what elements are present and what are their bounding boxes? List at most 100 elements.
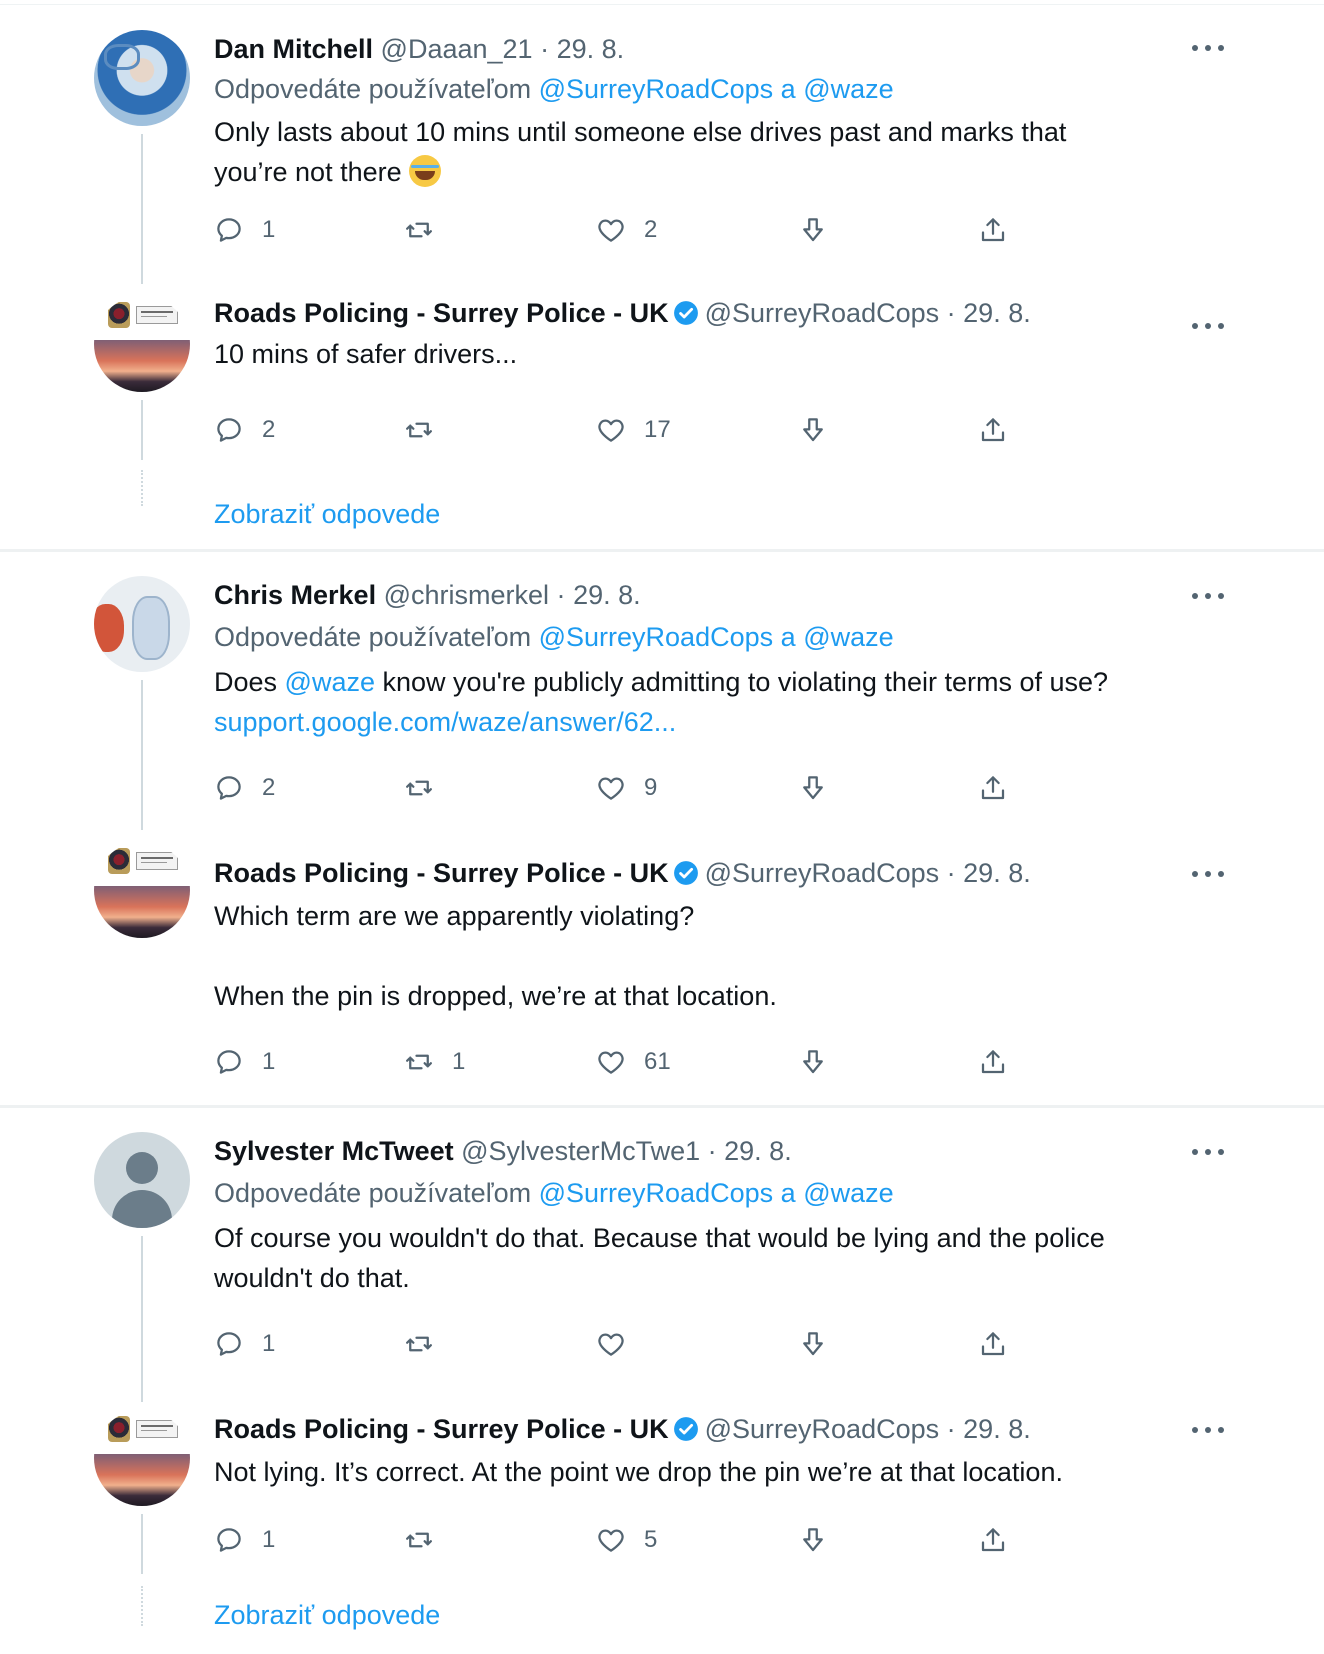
tweet-text-line: Of course you wouldn't do that. Because … [214, 1223, 1105, 1253]
retweet-button[interactable] [404, 212, 452, 248]
author-name[interactable]: Roads Policing - Surrey Police - UK [214, 298, 669, 328]
like-button[interactable]: 5 [596, 1522, 657, 1558]
mention-link[interactable]: @SurreyRoadCops [539, 74, 774, 104]
reply-button[interactable]: 1 [214, 1326, 275, 1362]
tweet-date[interactable]: 29. 8. [963, 1414, 1031, 1444]
reply-button[interactable]: 2 [214, 412, 275, 448]
more-options-icon[interactable] [1192, 868, 1228, 880]
reply-icon [217, 776, 241, 800]
mention-link[interactable]: @waze [803, 1178, 893, 1208]
share-button[interactable] [978, 770, 1008, 806]
action-bar: 1 2 [214, 212, 1094, 248]
like-button[interactable] [596, 1326, 644, 1362]
avatar[interactable] [94, 30, 190, 126]
heart-icon [598, 777, 624, 800]
reply-button[interactable]: 1 [214, 1044, 275, 1080]
download-arrow-icon [803, 776, 823, 800]
separator-dot: · [946, 298, 956, 328]
police-crest-icon [108, 848, 130, 874]
tweet-header: Dan Mitchell @Daaan_21 · 29. 8. [214, 32, 624, 66]
share-button[interactable] [978, 412, 1008, 448]
author-handle[interactable]: @SylvesterMcTwe1 [461, 1136, 700, 1166]
retweet-button[interactable] [404, 1326, 452, 1362]
more-options-icon[interactable] [1192, 320, 1228, 332]
avatar[interactable] [94, 842, 190, 938]
reply-count: 1 [262, 1048, 276, 1075]
separator-dot: · [946, 1414, 956, 1444]
external-link[interactable]: support.google.com/waze/answer/62... [214, 702, 1224, 742]
retweet-button[interactable] [404, 412, 452, 448]
like-count: 2 [644, 216, 658, 243]
avatar[interactable] [94, 576, 190, 672]
show-replies-link[interactable]: Zobraziť odpovede [214, 497, 440, 531]
tweet-date[interactable]: 29. 8. [557, 34, 625, 64]
tweet-text-line: 10 mins of safer drivers... [214, 339, 518, 369]
more-options-icon[interactable] [1192, 590, 1228, 602]
more-options-icon[interactable] [1192, 42, 1228, 54]
mention-link[interactable]: @SurreyRoadCops [539, 1178, 774, 1208]
reply-button[interactable]: 2 [214, 770, 275, 806]
reply-count: 1 [262, 216, 276, 243]
retweet-button[interactable]: 1 [404, 1044, 465, 1080]
reply-button[interactable]: 1 [214, 1522, 275, 1558]
tweet-text-segment: you’re not there [214, 157, 402, 187]
reply-count: 2 [262, 774, 276, 801]
bookmark-button[interactable] [798, 770, 828, 806]
author-handle[interactable]: @SurreyRoadCops [705, 1414, 940, 1444]
tweet-date[interactable]: 29. 8. [724, 1136, 792, 1166]
avatar-head [126, 1152, 158, 1184]
author-handle[interactable]: @chrismerkel [384, 580, 549, 610]
like-button[interactable]: 2 [596, 212, 657, 248]
author-handle[interactable]: @SurreyRoadCops [705, 858, 940, 888]
tweet-text-line: Does @waze know you're publicly admittin… [214, 662, 1224, 702]
author-name[interactable]: Roads Policing - Surrey Police - UK [214, 1414, 669, 1444]
author-name[interactable]: Roads Policing - Surrey Police - UK [214, 858, 669, 888]
author-name[interactable]: Dan Mitchell [214, 34, 373, 64]
mention-link[interactable]: @waze [803, 622, 893, 652]
replying-to: Odpovedáte používateľom @SurreyRoadCops … [214, 72, 894, 106]
replying-to: Odpovedáte používateľom @SurreyRoadCops … [214, 1176, 894, 1210]
bookmark-button[interactable] [798, 1326, 828, 1362]
bookmark-button[interactable] [798, 212, 828, 248]
tweet-date[interactable]: 29. 8. [963, 858, 1031, 888]
avatar[interactable] [94, 296, 190, 392]
share-button[interactable] [978, 1044, 1008, 1080]
retweet-button[interactable] [404, 770, 452, 806]
bookmark-button[interactable] [798, 1044, 828, 1080]
mention-link[interactable]: @waze [803, 74, 893, 104]
retweet-icon [406, 1054, 432, 1070]
author-name[interactable]: Sylvester McTweet [214, 1136, 454, 1166]
mention-link[interactable]: @waze [285, 667, 375, 697]
retweet-icon [406, 422, 432, 438]
author-handle[interactable]: @SurreyRoadCops [705, 298, 940, 328]
like-button[interactable]: 17 [596, 412, 671, 448]
share-button[interactable] [978, 212, 1008, 248]
more-options-icon[interactable] [1192, 1424, 1228, 1436]
default-avatar-icon[interactable] [94, 1132, 190, 1228]
retweet-icon [406, 780, 432, 796]
tweet-date[interactable]: 29. 8. [573, 580, 641, 610]
show-replies-link[interactable]: Zobraziť odpovede [214, 1598, 440, 1632]
bookmark-button[interactable] [798, 412, 828, 448]
author-handle[interactable]: @Daaan_21 [381, 34, 533, 64]
verified-badge-icon [673, 1417, 698, 1441]
share-button[interactable] [978, 1326, 1008, 1362]
like-button[interactable]: 61 [596, 1044, 671, 1080]
action-bar: 2 9 [214, 770, 1094, 806]
like-button[interactable]: 9 [596, 770, 657, 806]
author-name[interactable]: Chris Merkel [214, 580, 376, 610]
thread-line [141, 400, 143, 460]
thread-line [141, 1236, 143, 1402]
avatar[interactable] [94, 1410, 190, 1506]
tweet-date[interactable]: 29. 8. [963, 298, 1031, 328]
more-options-icon[interactable] [1192, 1146, 1228, 1158]
mention-link[interactable]: @SurreyRoadCops [539, 622, 774, 652]
retweet-button[interactable] [404, 1522, 452, 1558]
reply-icon [217, 1332, 241, 1356]
like-count: 61 [644, 1048, 671, 1075]
reply-icon [217, 1050, 241, 1074]
bookmark-button[interactable] [798, 1522, 828, 1558]
reply-button[interactable]: 1 [214, 212, 275, 248]
heart-icon [598, 1051, 624, 1074]
share-button[interactable] [978, 1522, 1008, 1558]
